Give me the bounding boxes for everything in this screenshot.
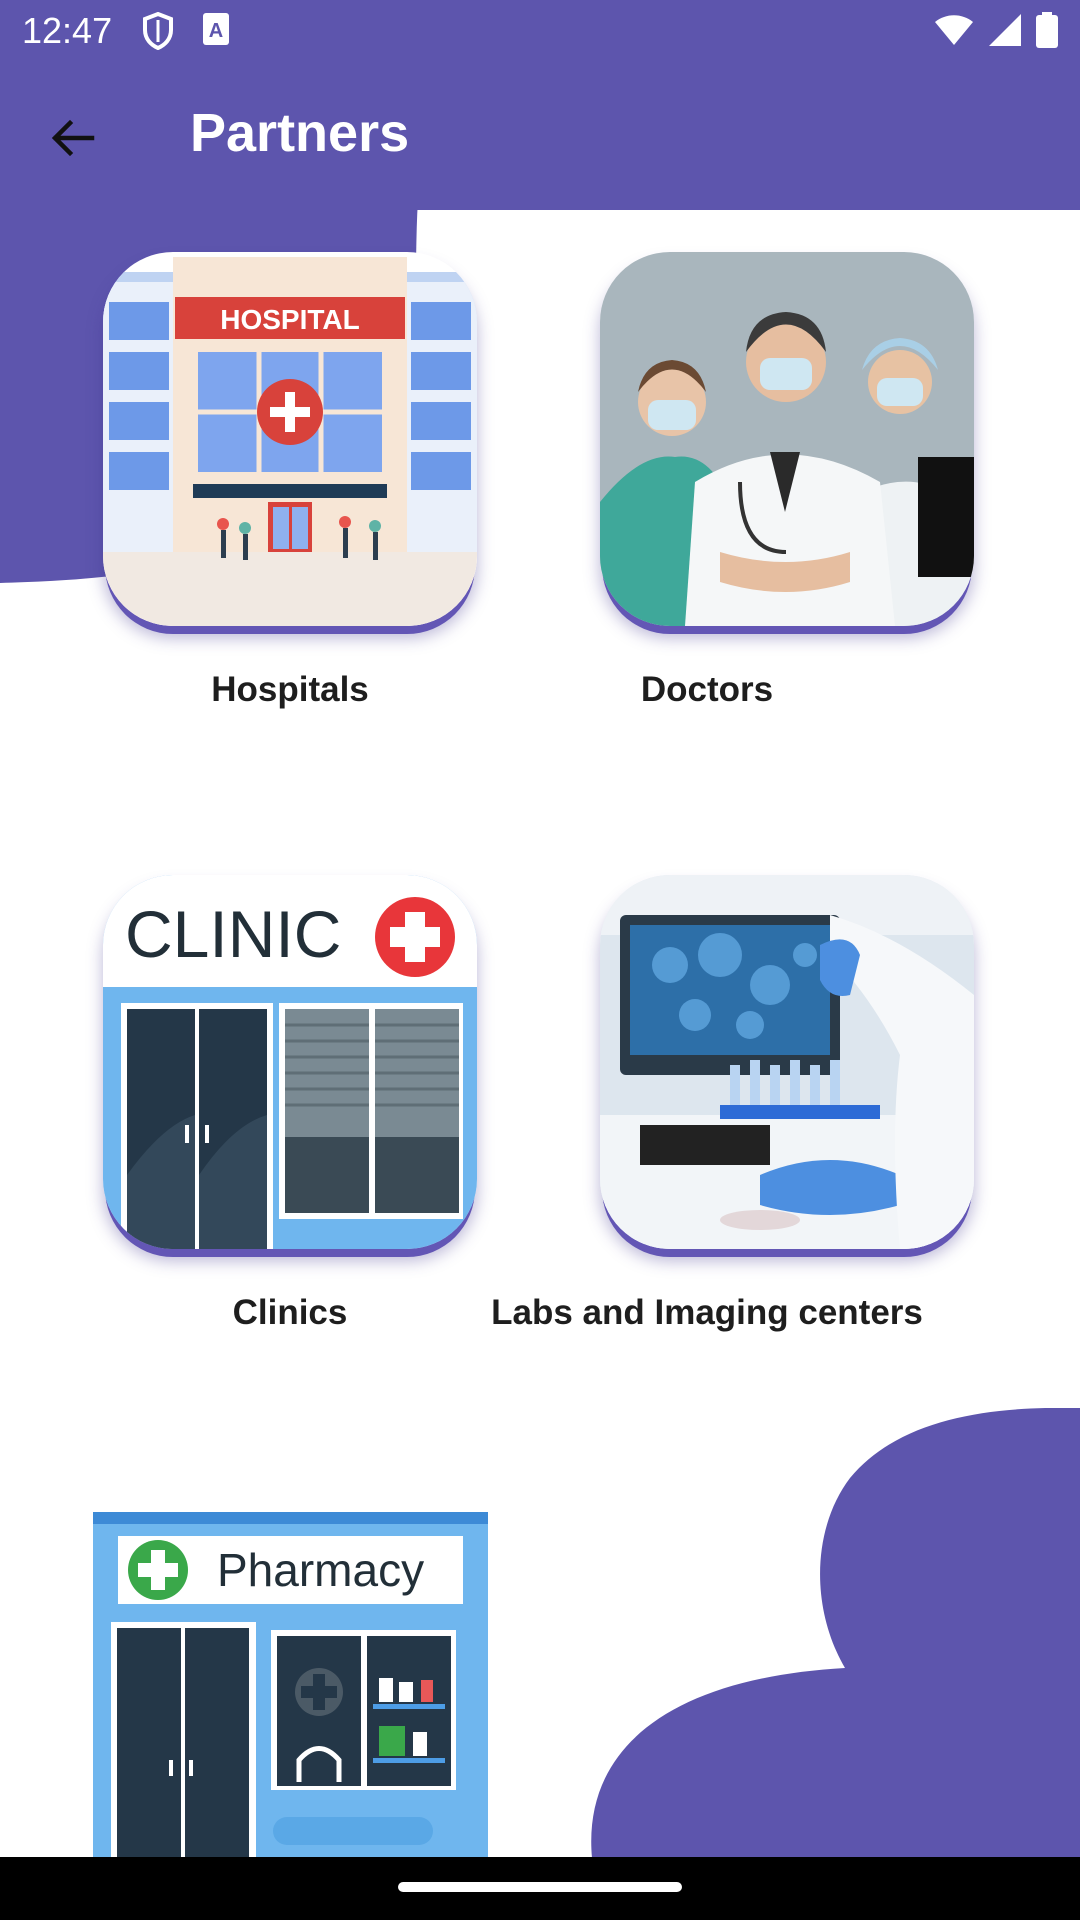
partner-label-labs: Labs and Imaging centers (491, 1293, 923, 1332)
decorative-blob-bottom (591, 1408, 1080, 1858)
partner-item-labs[interactable]: Labs and Imaging centers (491, 875, 997, 1335)
app-bar: Partners (0, 64, 1080, 210)
clinic-sign-text: CLINIC (125, 897, 341, 971)
hospital-image: HOSPITAL (103, 252, 477, 626)
clinic-image: CLINIC (103, 875, 477, 1249)
doctors-image (600, 252, 974, 626)
status-bar: 12:47 A (0, 0, 1080, 64)
wifi-icon (934, 14, 974, 51)
pharmacy-image: Pharmacy (93, 1512, 488, 1857)
partner-item-clinics[interactable]: CLINIC Clinics (0, 875, 500, 1335)
arrow-back-icon (48, 114, 96, 167)
shield-icon (142, 11, 174, 55)
lab-image (600, 875, 974, 1249)
svg-text:A: A (209, 20, 223, 42)
system-nav-bar (0, 1857, 1080, 1920)
partner-item-hospitals[interactable]: HOSPITAL Hospitals (0, 252, 500, 712)
hospital-sign-text: HOSPITAL (220, 304, 359, 335)
battery-icon (1036, 12, 1058, 53)
back-button[interactable] (34, 102, 110, 178)
status-icons (934, 12, 1058, 53)
signal-icon (988, 13, 1022, 52)
page-title: Partners (190, 103, 410, 163)
partner-label-doctors: Doctors (640, 670, 774, 709)
partner-item-pharmacy[interactable]: Pharmacy (0, 1512, 500, 1857)
status-time: 12:47 (22, 10, 113, 51)
text-a-icon: A (202, 12, 230, 51)
home-gesture-handle[interactable] (398, 1882, 682, 1892)
pharmacy-sign-text: Pharmacy (217, 1544, 424, 1596)
partner-item-doctors[interactable]: Doctors (497, 252, 997, 712)
